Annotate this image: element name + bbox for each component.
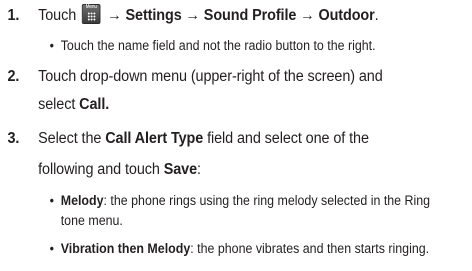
step-number: 2. bbox=[7, 68, 20, 85]
arrow-icon: → bbox=[300, 7, 315, 24]
bullet-dot: • bbox=[49, 193, 55, 208]
call-alert-type-label: Call Alert Type bbox=[105, 130, 204, 147]
save-label: Save bbox=[163, 161, 198, 178]
step-text-pre: following and touch bbox=[38, 161, 160, 178]
vibration-then-melody-label: Vibration then Melody bbox=[60, 241, 191, 256]
arrow-icon: → bbox=[107, 7, 122, 24]
step-text-end: . bbox=[374, 7, 379, 24]
arrow-icon: → bbox=[185, 7, 200, 24]
step-text-post: : bbox=[197, 161, 201, 178]
bullet-text: Vibration then Melody: the phone vibrate… bbox=[61, 239, 429, 259]
bullet-dot: • bbox=[49, 38, 55, 53]
grid-dots-icon bbox=[87, 12, 96, 21]
step-text-pre: select bbox=[38, 96, 76, 113]
step-number: 3. bbox=[7, 130, 20, 147]
path-item-outdoor: Outdoor bbox=[318, 7, 375, 24]
step-text-line-1: Touch drop-down menu (upper-right of the… bbox=[38, 68, 383, 85]
step-text: Touch Menu → Settings → Sound Profile → … bbox=[38, 2, 379, 30]
bullet-dot: • bbox=[49, 241, 55, 256]
bullet-text-line-2: tone menu. bbox=[60, 213, 123, 228]
step-text-pre: Select the bbox=[38, 130, 102, 147]
bullet-text-rest: : the phone vibrates and then starts rin… bbox=[190, 241, 430, 256]
step-text-line-1: Select the Call Alert Type field and sel… bbox=[38, 125, 369, 153]
path-item-settings: Settings bbox=[125, 7, 182, 24]
melody-label: Melody bbox=[60, 193, 104, 208]
step-text-pre: Touch bbox=[38, 7, 77, 24]
menu-icon-label: Menu bbox=[85, 4, 97, 10]
instruction-page: 1. Touch Menu → Settings → Sound Profile… bbox=[0, 0, 472, 271]
step-text-line-2: select Call. bbox=[38, 91, 109, 119]
step-text-line-2: following and touch Save: bbox=[38, 156, 201, 184]
path-item-sound-profile: Sound Profile bbox=[203, 7, 297, 24]
step-number: 1. bbox=[7, 7, 20, 24]
menu-icon: Menu bbox=[81, 4, 101, 24]
bullet-text: Melody: the phone rings using the ring m… bbox=[61, 191, 430, 211]
step-text-post: field and select one of the bbox=[207, 130, 369, 147]
bullet-text-line-1: : the phone rings using the ring melody … bbox=[103, 193, 431, 208]
bullet-text: Touch the name field and not the radio b… bbox=[60, 38, 376, 53]
call-label: Call. bbox=[79, 96, 110, 113]
